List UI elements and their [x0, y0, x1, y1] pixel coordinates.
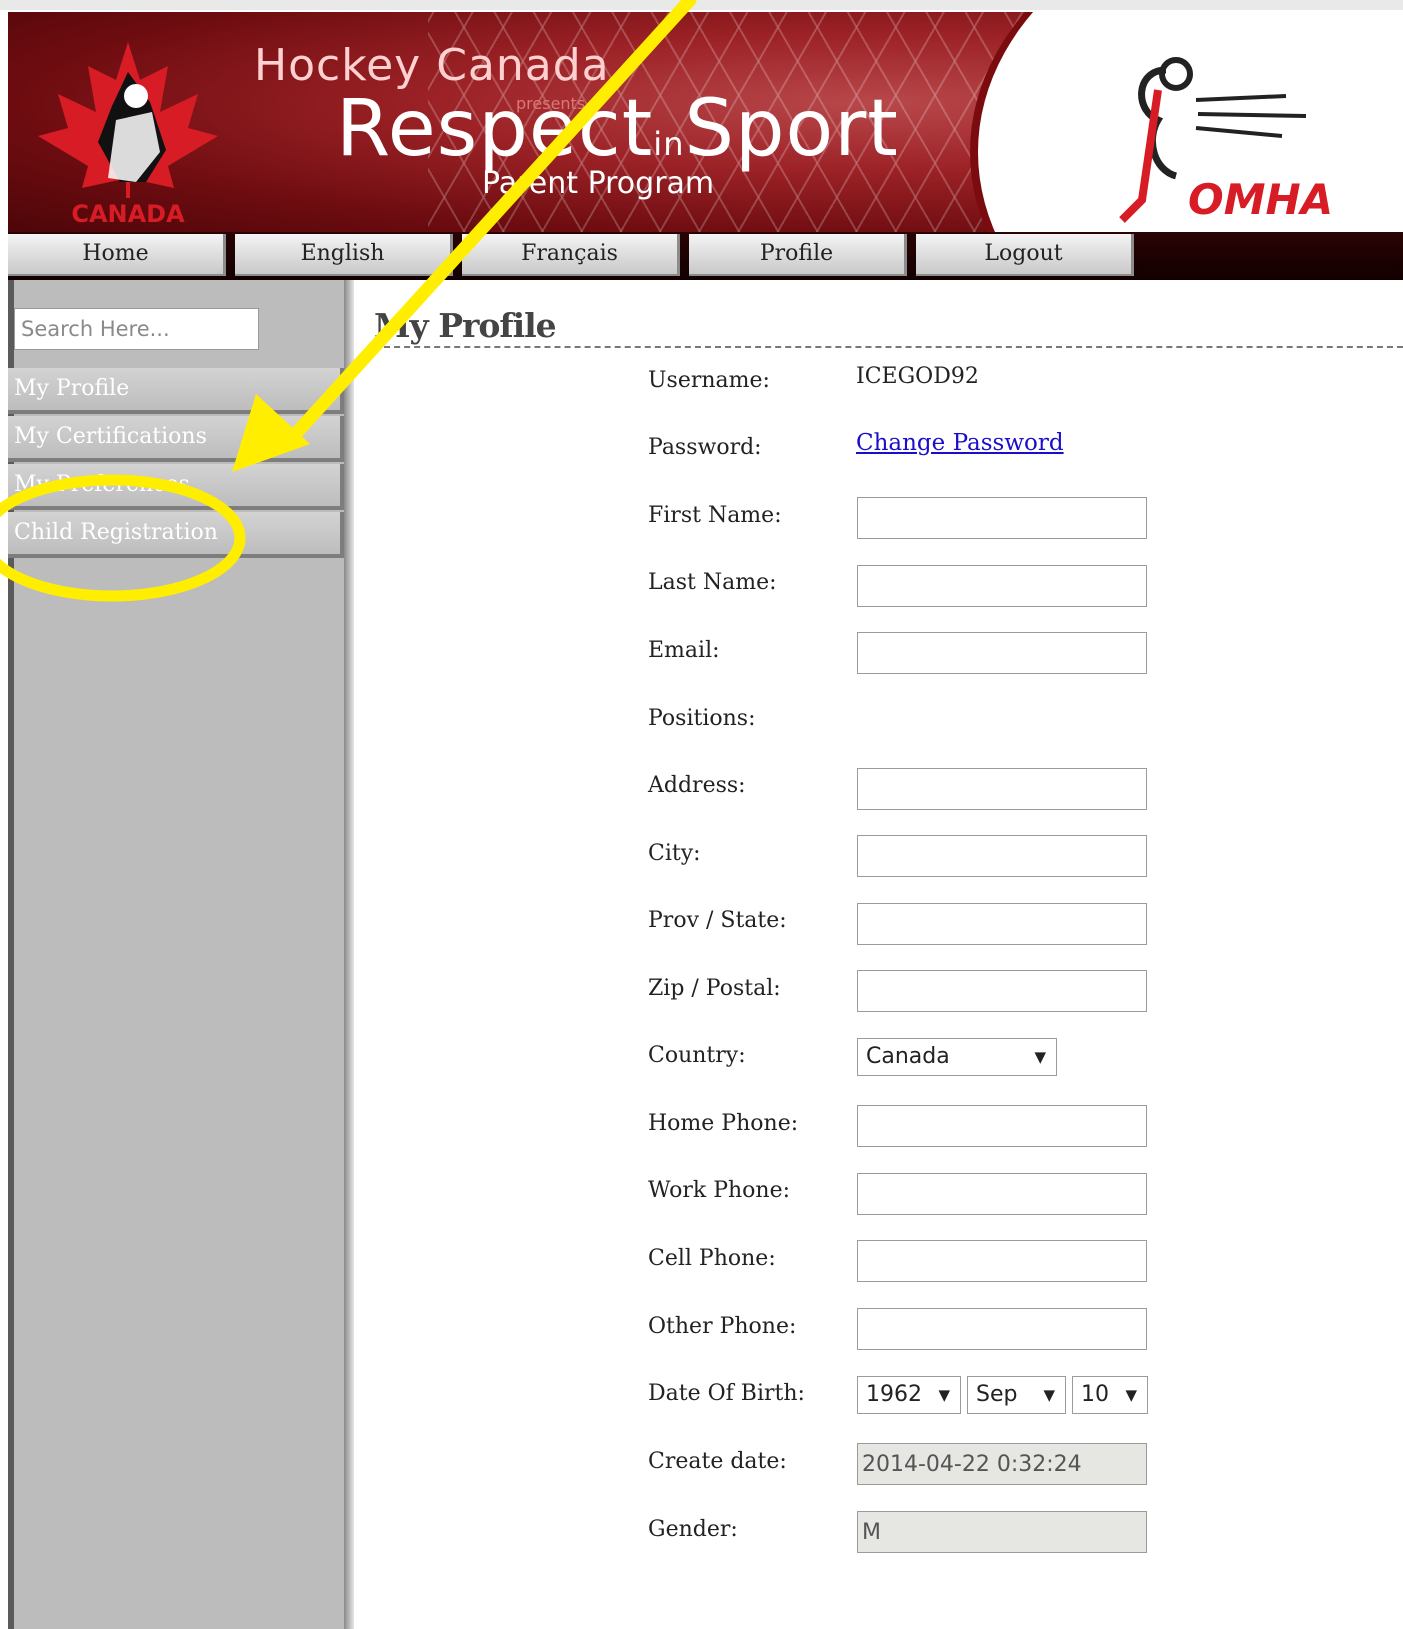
city-field[interactable]: [857, 835, 1147, 877]
prov-state-label: Prov / State:: [648, 908, 787, 933]
city-label: City:: [648, 841, 701, 866]
address-field[interactable]: [857, 768, 1147, 810]
title-divider: [374, 346, 1403, 348]
work-phone-label: Work Phone:: [648, 1178, 791, 1203]
omha-logo: OMHA: [1119, 57, 1333, 224]
dob-month-value: Sep: [976, 1382, 1018, 1407]
prov-state-field[interactable]: [857, 903, 1147, 945]
hockey-canada-logo: CANADA: [38, 42, 218, 228]
parent-program-subtitle: Parent Program: [482, 166, 715, 201]
cell-phone-field[interactable]: [857, 1240, 1147, 1282]
chevron-down-icon: ▼: [1125, 1386, 1137, 1404]
positions-label: Positions:: [648, 706, 756, 731]
chevron-down-icon: ▼: [1034, 1048, 1046, 1066]
country-label: Country:: [648, 1043, 746, 1068]
nav-logout[interactable]: Logout: [916, 234, 1134, 276]
sidebar-item-my-preferences[interactable]: My Preferences: [8, 464, 344, 510]
dob-year-value: 1962: [866, 1382, 922, 1407]
nav-english[interactable]: English: [235, 234, 453, 276]
home-phone-label: Home Phone:: [648, 1111, 799, 1136]
password-label: Password:: [648, 435, 762, 460]
dob-day-value: 10: [1081, 1382, 1109, 1407]
page-title: My Profile: [374, 306, 557, 345]
username-label: Username:: [648, 368, 770, 393]
sidebar-item-my-certifications[interactable]: My Certifications: [8, 416, 344, 462]
top-strip: [0, 0, 1403, 10]
last-name-field[interactable]: [857, 565, 1147, 607]
home-phone-field[interactable]: [857, 1105, 1147, 1147]
gender-field: [857, 1511, 1147, 1553]
site-banner: CANADA Hockey Canada presents RespectinS…: [8, 12, 1403, 239]
create-date-label: Create date:: [648, 1449, 787, 1474]
zip-postal-field[interactable]: [857, 970, 1147, 1012]
nav-home[interactable]: Home: [8, 234, 226, 276]
gender-label: Gender:: [648, 1517, 738, 1542]
last-name-label: Last Name:: [648, 570, 777, 595]
other-phone-field[interactable]: [857, 1308, 1147, 1350]
nav-profile[interactable]: Profile: [689, 234, 907, 276]
email-field[interactable]: [857, 632, 1147, 674]
search-input[interactable]: [14, 308, 259, 350]
respect-in-sport-title: RespectinSport: [336, 84, 899, 174]
cell-phone-label: Cell Phone:: [648, 1246, 776, 1271]
first-name-label: First Name:: [648, 503, 782, 528]
country-select-value: Canada: [866, 1044, 950, 1069]
svg-text:OMHA: OMHA: [1188, 175, 1333, 224]
change-password-link[interactable]: Change Password: [856, 430, 1064, 456]
create-date-field: [857, 1443, 1147, 1485]
chevron-down-icon: ▼: [1043, 1386, 1055, 1404]
country-select[interactable]: Canada ▼: [857, 1038, 1057, 1076]
email-label: Email:: [648, 638, 720, 663]
dob-year-select[interactable]: 1962 ▼: [857, 1376, 961, 1414]
username-value: ICEGOD92: [856, 364, 979, 389]
dob-month-select[interactable]: Sep ▼: [967, 1376, 1066, 1414]
sidebar-item-my-profile[interactable]: My Profile: [8, 368, 344, 414]
work-phone-field[interactable]: [857, 1173, 1147, 1215]
main-nav: Home English Français Profile Logout: [8, 232, 1403, 280]
dob-day-select[interactable]: 10 ▼: [1072, 1376, 1148, 1414]
nav-francais[interactable]: Français: [462, 234, 680, 276]
other-phone-label: Other Phone:: [648, 1314, 797, 1339]
address-label: Address:: [648, 773, 746, 798]
svg-text:CANADA: CANADA: [71, 200, 185, 228]
chevron-down-icon: ▼: [938, 1386, 950, 1404]
sidebar-item-child-registration[interactable]: Child Registration: [8, 512, 344, 558]
first-name-field[interactable]: [857, 497, 1147, 539]
zip-postal-label: Zip / Postal:: [648, 976, 781, 1001]
sidebar-shadow: [344, 280, 354, 1629]
date-of-birth-label: Date Of Birth:: [648, 1381, 805, 1406]
